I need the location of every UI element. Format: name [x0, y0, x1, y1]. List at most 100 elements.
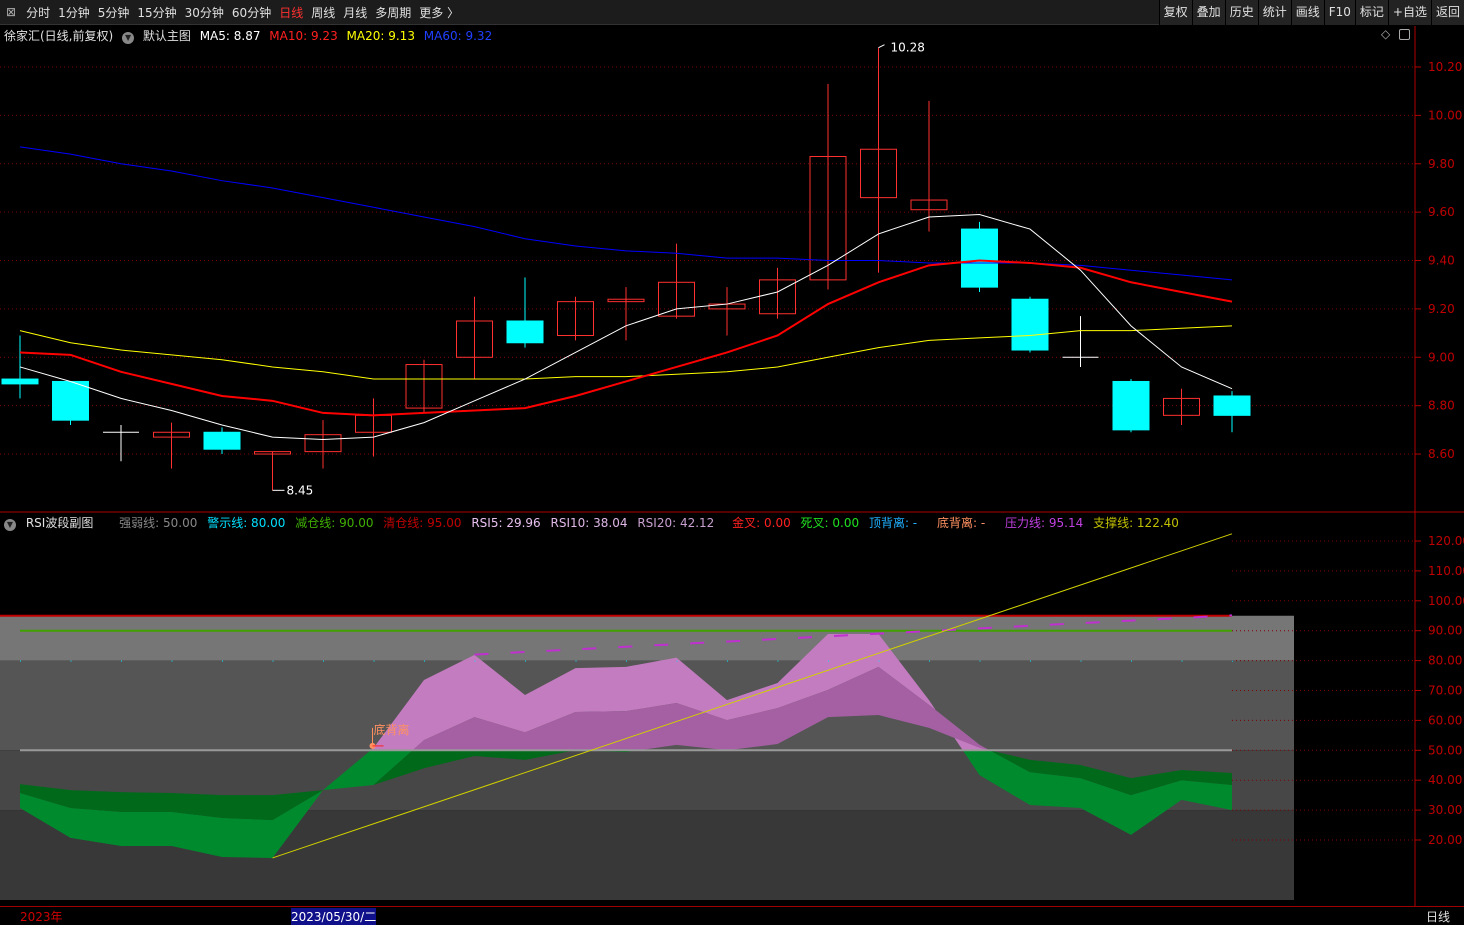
warn-level-dot — [979, 660, 981, 662]
rsi-tick-label: 70.00 — [1428, 684, 1462, 698]
tab-10[interactable]: 更多 〉 — [415, 4, 463, 21]
rsi-tick-label: 30.00 — [1428, 803, 1462, 817]
price-tick-label: 9.20 — [1428, 302, 1455, 316]
price-tick-label: 8.60 — [1428, 447, 1455, 461]
warn-level-dot — [1131, 660, 1132, 662]
tab-3[interactable]: 15分钟 — [133, 4, 180, 21]
dead-cross: 死叉: 0.00 — [800, 516, 860, 530]
price-tick-label: 9.40 — [1428, 254, 1455, 268]
candle-body — [203, 431, 241, 450]
ma60-value: MA60: 9.32 — [423, 29, 493, 43]
toolbar-button-4[interactable]: 画线 — [1290, 0, 1324, 25]
candle-body — [910, 199, 948, 211]
chart-canvas[interactable]: 10.20 10.00 9.80 9.60 9.40 9.20 9.00 8.80 8.60 10… — [0, 0, 1464, 925]
tab-7[interactable]: 周线 — [307, 4, 339, 21]
candle — [456, 296, 493, 380]
warn-level-dot — [1181, 660, 1183, 662]
rsi-tick-label: 50.00 — [1428, 743, 1462, 757]
rsi-tick-label: 80.00 — [1428, 654, 1462, 668]
candle — [355, 398, 392, 457]
toolbar-button-3[interactable]: 统计 — [1257, 0, 1291, 25]
toolbar-button-7[interactable]: +自选 — [1387, 0, 1431, 25]
candle — [910, 100, 948, 232]
toolbar-button-5[interactable]: F10 — [1323, 0, 1355, 25]
rsi-title[interactable]: RSI波段副图 — [26, 516, 94, 530]
rsi-tick-label: 20.00 — [1428, 833, 1462, 847]
tab-1[interactable]: 1分钟 — [54, 4, 94, 21]
tab-0[interactable]: 分时 — [22, 4, 54, 21]
candle-body — [658, 281, 695, 317]
candle — [557, 296, 594, 341]
golden-cross: 金叉: 0.00 — [732, 516, 791, 530]
warn-level-dot — [676, 660, 678, 662]
price-tick-label: 9.80 — [1428, 157, 1455, 171]
rsi-tick-label: 110.00 — [1428, 564, 1464, 578]
tab-6[interactable]: 日线 — [275, 4, 307, 21]
warn-level-dot — [1080, 660, 1082, 662]
rsi-tick-label: 100.00 — [1428, 594, 1464, 608]
period-label[interactable]: 日线 — [1426, 908, 1450, 925]
rsi-tick-label: 40.00 — [1428, 773, 1462, 787]
cursor-date: 2023/05/30/二 — [291, 908, 377, 925]
candle — [658, 243, 695, 319]
rsi-tick-label: 90.00 — [1428, 624, 1462, 638]
diamond-icon[interactable]: ◇ — [1381, 27, 1390, 41]
year-label: 2023年 — [20, 910, 63, 924]
tab-8[interactable]: 月线 — [339, 4, 371, 21]
candle — [1163, 388, 1200, 426]
panel-toggle-icon[interactable] — [1399, 29, 1410, 40]
indicator-name[interactable]: 默认主图 — [143, 29, 191, 43]
period-toolbar: ⊠ 分时 1分钟 5分钟 15分钟 30分钟 60分钟 日线 周线 月线 多周期 更多 〉 复权 叠加… — [0, 0, 1464, 25]
ma20-line — [19, 325, 1233, 380]
candle-body — [1163, 397, 1200, 416]
clear-line: 清仓线: 95.00 — [383, 516, 462, 530]
rsi5-rsi10-fill — [370, 633, 990, 751]
candle — [759, 267, 796, 319]
candle-body — [153, 431, 190, 438]
candle-body — [809, 156, 847, 281]
rsi5-value: RSI5: 29.96 — [471, 516, 541, 530]
warn-level-dot — [272, 660, 274, 662]
candle — [52, 380, 89, 426]
warn-level-dot — [373, 660, 375, 662]
warn-level-dot — [1232, 660, 1233, 662]
rsi10-value: RSI10: 38.04 — [550, 516, 628, 530]
rsi20-value: RSI20: 42.12 — [637, 516, 715, 530]
warn-level-dot — [828, 660, 829, 662]
candle — [1, 335, 39, 399]
low-label: 8.45 — [287, 483, 314, 497]
price-tick-label: 9.60 — [1428, 205, 1455, 219]
candle-body — [1213, 395, 1251, 416]
dropdown-icon[interactable]: ▼ — [122, 32, 135, 44]
rsi-tick-label: 120.00 — [1428, 534, 1464, 548]
reduce-line: 减仓线: 90.00 — [295, 516, 374, 530]
tab-4[interactable]: 30分钟 — [181, 4, 228, 21]
dropdown-icon[interactable]: ▼ — [4, 519, 16, 531]
candle — [860, 47, 897, 273]
toolbar-button-8[interactable]: 返回 — [1430, 0, 1464, 25]
rsi-above-area — [370, 633, 990, 751]
candle-body — [759, 279, 796, 315]
candle — [607, 287, 645, 341]
candle — [254, 451, 291, 491]
toolbar-button-0[interactable]: 复权 — [1158, 0, 1192, 25]
bottom-divergence: 底背离: - — [936, 516, 986, 530]
toolbar-button-1[interactable]: 叠加 — [1191, 0, 1225, 25]
candle-body — [355, 414, 392, 433]
warn-level-dot — [70, 660, 72, 662]
rsi5-rsi10-fill — [20, 750, 1232, 858]
candle-body — [961, 228, 998, 288]
ma60-line — [19, 146, 1233, 281]
tab-5[interactable]: 60分钟 — [228, 4, 275, 21]
tab-2[interactable]: 5分钟 — [94, 4, 134, 21]
tab-9[interactable]: 多周期 — [371, 4, 415, 21]
warn-level-dot — [222, 660, 223, 662]
support-line-value: 支撑线: 122.40 — [1093, 516, 1179, 530]
candle-body — [1011, 298, 1049, 351]
ma20-value: MA20: 9.13 — [346, 29, 415, 43]
rsi-band-bottom — [0, 810, 1294, 900]
collapse-icon[interactable]: ⊠ — [0, 5, 22, 19]
toolbar-button-6[interactable]: 标记 — [1354, 0, 1388, 25]
toolbar-button-2[interactable]: 历史 — [1224, 0, 1258, 25]
rsi-panel-info: ▼ RSI波段副图 强弱线: 50.00 警示线: 80.00 减仓线: 90.… — [4, 514, 1185, 531]
